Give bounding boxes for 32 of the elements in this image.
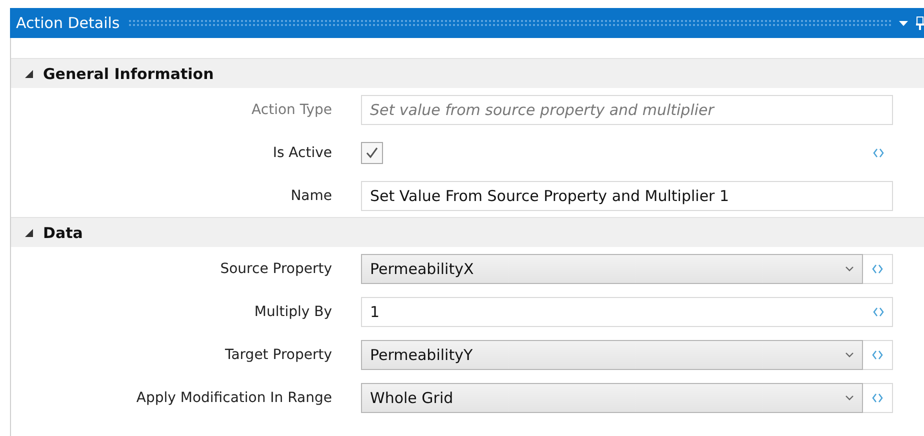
dropdown-arrow-icon[interactable] — [899, 20, 908, 26]
property-label: Apply Modification In Range — [135, 390, 332, 406]
dropdown[interactable]: PermeabilityX — [361, 254, 863, 284]
property-label: Action Type — [250, 102, 332, 118]
section-header[interactable]: Data — [11, 217, 924, 247]
section-title: Data — [43, 224, 83, 242]
section-header[interactable]: General Information — [11, 58, 924, 88]
binding-icon[interactable] — [872, 392, 883, 402]
binding-icon[interactable] — [872, 264, 883, 274]
section-title: General Information — [43, 64, 214, 82]
panel-title: Action Details — [16, 14, 120, 32]
caret-icon — [845, 266, 854, 272]
binding-icon[interactable] — [873, 306, 884, 316]
checkbox[interactable] — [361, 142, 383, 164]
pin-icon[interactable] — [916, 16, 924, 30]
dropdown[interactable]: PermeabilityY — [361, 340, 863, 370]
caret-icon — [845, 352, 854, 358]
check-icon — [365, 146, 379, 160]
text-field[interactable]: 1 — [361, 296, 893, 326]
binding-icon[interactable] — [872, 350, 883, 360]
caret-icon — [845, 394, 854, 400]
text-field[interactable]: Set Value From Source Property and Multiplier 1 — [361, 180, 893, 210]
action-type-field: Set value from source property and multiplier — [361, 94, 893, 124]
binding-icon[interactable] — [873, 148, 884, 158]
property-label: Target Property — [224, 346, 332, 362]
expander-icon — [25, 228, 33, 236]
expander-icon — [25, 70, 33, 78]
property-label: Source Property — [219, 260, 332, 276]
dropdown[interactable]: Whole Grid — [361, 382, 863, 412]
property-label: Name — [290, 188, 332, 204]
property-label: Multiply By — [253, 304, 332, 320]
property-label: Is Active — [272, 144, 332, 160]
